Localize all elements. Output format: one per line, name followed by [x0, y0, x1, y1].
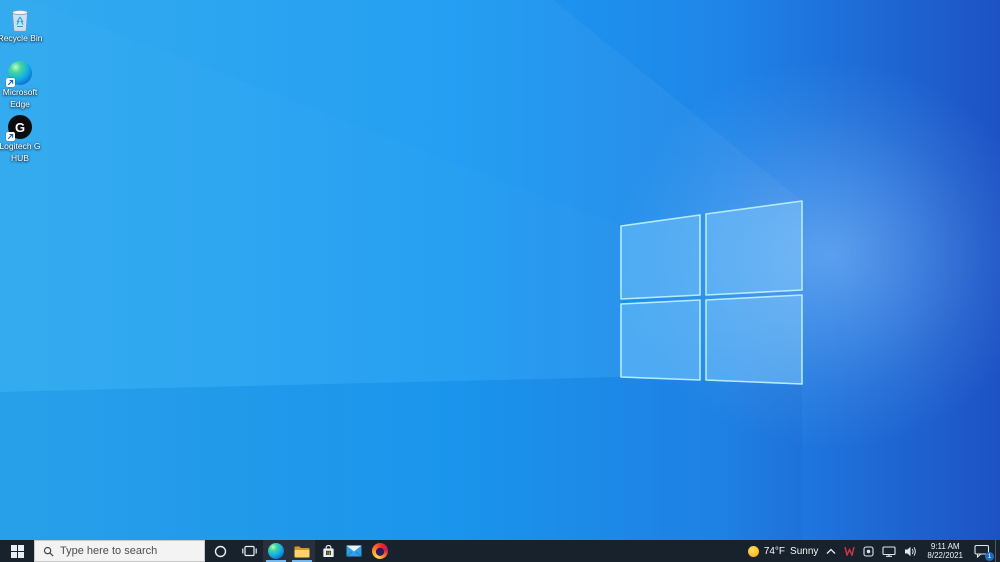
- taskbar-app-store[interactable]: [315, 540, 341, 562]
- tray-red-w-app[interactable]: [840, 540, 859, 562]
- taskbar: 74°F Sunny: [0, 540, 1000, 562]
- search-icon: [43, 546, 54, 557]
- windows-desktop: Recycle Bin Microsoft Edge G Logitech G …: [0, 0, 1000, 562]
- sun-icon: [747, 545, 759, 557]
- taskbar-search[interactable]: [34, 540, 205, 562]
- desktop-icon-label: Microsoft: [2, 87, 38, 97]
- file-explorer-icon: [294, 546, 310, 557]
- taskbar-app-edge[interactable]: [263, 540, 289, 562]
- taskbar-app-firefox[interactable]: [367, 540, 393, 562]
- mail-icon: [346, 545, 362, 557]
- recycle-bin-icon: [7, 6, 33, 32]
- red-w-tray-icon: [844, 546, 856, 556]
- network-button[interactable]: [878, 540, 900, 562]
- clock[interactable]: 9:11 AM 8/22/2021: [921, 540, 969, 562]
- clock-time: 9:11 AM: [930, 541, 960, 551]
- app-tray-icon: [863, 545, 874, 557]
- search-input[interactable]: [60, 545, 190, 557]
- network-icon: [882, 545, 896, 557]
- show-desktop-button[interactable]: [995, 540, 1000, 562]
- chevron-up-icon: [826, 548, 836, 554]
- tray-app-button[interactable]: [859, 540, 878, 562]
- shortcut-arrow-icon: [6, 78, 15, 87]
- floor-shade: [0, 377, 802, 562]
- windows-start-icon: [10, 544, 24, 558]
- desktop-icon-microsoft-edge[interactable]: Microsoft Edge: [0, 60, 40, 114]
- task-view-icon: [241, 545, 257, 557]
- desktop-icon-column: Recycle Bin Microsoft Edge G Logitech G …: [0, 6, 43, 168]
- desktop-icon-label2: HUB: [11, 152, 29, 163]
- desktop-icon-logitech-g-hub[interactable]: G Logitech G HUB: [0, 114, 41, 168]
- hidden-icons-button[interactable]: [822, 540, 840, 562]
- weather-widget[interactable]: 74°F Sunny: [744, 540, 823, 562]
- firefox-icon: [372, 543, 388, 559]
- taskbar-app-file-explorer[interactable]: [289, 540, 315, 562]
- desktop-icon-label: Recycle Bin: [0, 33, 43, 43]
- taskbar-empty-area: [393, 540, 744, 562]
- cortana-icon: [214, 545, 226, 557]
- start-button[interactable]: [0, 540, 34, 562]
- cortana-button[interactable]: [205, 540, 235, 562]
- desktop-icon-label2: Edge: [10, 98, 30, 109]
- action-center-button[interactable]: 1: [969, 540, 995, 562]
- volume-button[interactable]: [900, 540, 921, 562]
- taskbar-app-mail[interactable]: [341, 540, 367, 562]
- wallpaper: [0, 0, 1000, 562]
- volume-icon: [905, 546, 917, 556]
- desktop-icon-recycle-bin[interactable]: Recycle Bin: [0, 6, 43, 60]
- notification-badge: 1: [985, 552, 994, 561]
- microsoft-store-icon: [322, 544, 334, 557]
- edge-icon: [268, 543, 284, 559]
- task-view-button[interactable]: [235, 540, 263, 562]
- clock-date: 8/22/2021: [927, 551, 963, 560]
- desktop-icon-label: Logitech G: [0, 141, 41, 151]
- shortcut-arrow-icon: [6, 132, 15, 141]
- weather-temp: 74°F: [763, 545, 786, 557]
- weather-condition: Sunny: [790, 545, 819, 557]
